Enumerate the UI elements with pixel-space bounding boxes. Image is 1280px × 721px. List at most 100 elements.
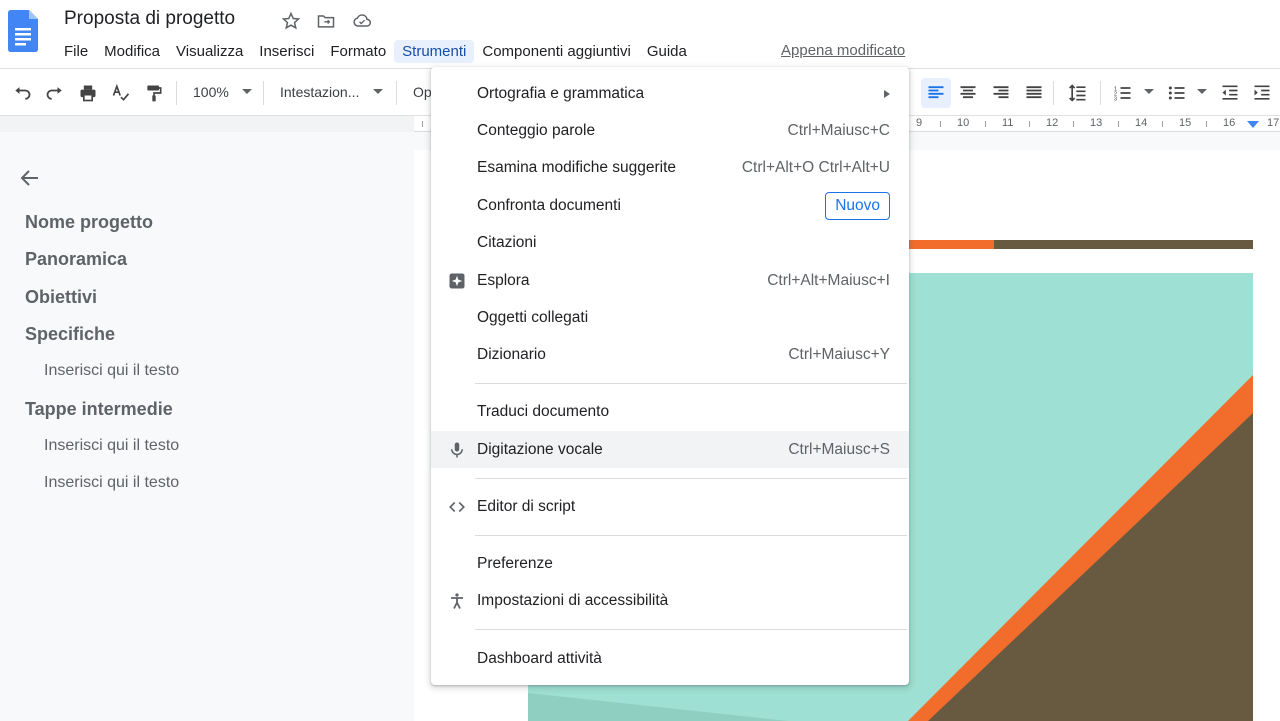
menu-item-linked-objects[interactable]: Oggetti collegati	[431, 299, 909, 336]
menu-item-label: Confronta documenti	[477, 196, 621, 214]
menu-item-citations[interactable]: Citazioni	[431, 224, 909, 261]
ruler-tick	[422, 121, 423, 127]
ruler-number: 12	[1046, 117, 1059, 129]
numbered-list-icon[interactable]: 123	[1111, 81, 1135, 105]
align-left-icon[interactable]	[921, 78, 951, 108]
ruler-number: 15	[1179, 117, 1192, 129]
font-select[interactable]: Op	[413, 84, 432, 100]
menu-item-label: Esamina modifiche suggerite	[477, 158, 677, 176]
title-bar: Proposta di progetto File Modifica Visua…	[0, 0, 1280, 68]
menu-view[interactable]: Visualizza	[168, 40, 251, 63]
outline-subheading[interactable]: Inserisci qui il testo	[44, 437, 179, 455]
accessibility-icon	[447, 591, 467, 611]
line-spacing-icon[interactable]	[1066, 81, 1090, 105]
right-indent-marker[interactable]	[1247, 121, 1259, 128]
star-icon[interactable]	[280, 10, 302, 32]
menu-item-accessibility-settings[interactable]: Impostazioni di accessibilità	[431, 582, 909, 619]
code-icon	[447, 497, 467, 517]
cloud-saved-icon[interactable]	[351, 10, 373, 32]
menu-item-label: Digitazione vocale	[477, 440, 603, 458]
menu-item-dictionary[interactable]: Dizionario Ctrl+Maiusc+Y	[431, 336, 909, 373]
ruler-tick	[1029, 121, 1030, 127]
docs-logo-icon[interactable]	[8, 10, 38, 52]
toolbar-divider	[1053, 81, 1054, 105]
ruler-number: 17	[1267, 117, 1280, 129]
paint-format-icon[interactable]	[142, 81, 166, 105]
zoom-chevron-down-icon[interactable]	[242, 89, 252, 94]
document-title[interactable]: Proposta di progetto	[64, 8, 235, 30]
menu-item-shortcut: Ctrl+Alt+Maiusc+I	[767, 271, 890, 289]
outline-heading[interactable]: Tappe intermedie	[25, 399, 173, 420]
redo-icon[interactable]	[43, 81, 67, 105]
menu-separator	[475, 629, 907, 630]
menu-insert[interactable]: Inserisci	[251, 40, 322, 63]
print-icon[interactable]	[76, 81, 100, 105]
menu-item-script-editor[interactable]: Editor di script	[431, 488, 909, 525]
menu-tools[interactable]: Strumenti	[394, 39, 475, 63]
menu-separator	[475, 478, 907, 479]
outline-heading[interactable]: Obiettivi	[25, 287, 97, 308]
menu-item-spelling-grammar[interactable]: Ortografia e grammatica	[431, 75, 909, 112]
menu-item-shortcut: Ctrl+Maiusc+Y	[788, 345, 890, 363]
outline-subheading[interactable]: Inserisci qui il testo	[44, 474, 179, 492]
menu-item-label: Traduci documento	[477, 402, 610, 420]
outline-heading[interactable]: Specifiche	[25, 324, 115, 345]
new-badge: Nuovo	[825, 191, 890, 220]
microphone-icon	[447, 440, 467, 460]
increase-indent-icon[interactable]	[1250, 81, 1274, 105]
align-center-icon[interactable]	[956, 81, 980, 105]
menu-item-label: Citazioni	[477, 233, 537, 251]
bulleted-list-chevron-down-icon[interactable]	[1197, 89, 1207, 94]
justify-icon[interactable]	[1022, 81, 1046, 105]
style-chevron-down-icon[interactable]	[373, 89, 383, 94]
menu-item-preferences[interactable]: Preferenze	[431, 545, 909, 582]
toolbar-divider	[1100, 81, 1101, 105]
ruler-tick	[1073, 121, 1074, 127]
ruler-number: 14	[1135, 117, 1148, 129]
menu-format[interactable]: Formato	[322, 40, 394, 63]
decrease-indent-icon[interactable]	[1218, 81, 1242, 105]
ruler-number: 9	[916, 117, 923, 129]
align-right-icon[interactable]	[989, 81, 1013, 105]
menu-item-voice-typing[interactable]: Digitazione vocale Ctrl+Maiusc+S	[431, 431, 909, 468]
numbered-list-chevron-down-icon[interactable]	[1144, 89, 1154, 94]
decorative-orange-bar	[908, 240, 994, 249]
menu-item-label: Preferenze	[477, 554, 553, 572]
menu-item-activity-dashboard[interactable]: Dashboard attività	[431, 640, 909, 677]
back-arrow-icon[interactable]	[18, 166, 42, 190]
menu-file[interactable]: File	[56, 40, 96, 63]
menu-separator	[475, 383, 907, 384]
outline-heading[interactable]: Panoramica	[25, 249, 127, 270]
menu-item-shortcut: Ctrl+Maiusc+C	[787, 121, 891, 139]
spellcheck-icon[interactable]	[109, 81, 133, 105]
tools-menu: Ortografia e grammatica Conteggio parole…	[431, 67, 909, 685]
paragraph-style-select[interactable]: Intestazion...	[280, 84, 359, 100]
ruler-number: 11	[1002, 117, 1014, 129]
outline-heading[interactable]: Nome progetto	[25, 212, 153, 233]
toolbar-divider	[396, 81, 397, 105]
outline-subheading[interactable]: Inserisci qui il testo	[44, 362, 179, 380]
menu-addons[interactable]: Componenti aggiuntivi	[474, 40, 638, 63]
move-folder-icon[interactable]	[315, 10, 337, 32]
menu-item-explore[interactable]: Esplora Ctrl+Alt+Maiusc+I	[431, 262, 909, 299]
menu-bar: File Modifica Visualizza Inserisci Forma…	[56, 38, 695, 64]
bulleted-list-icon[interactable]	[1165, 81, 1189, 105]
undo-icon[interactable]	[10, 81, 34, 105]
last-edit-link[interactable]: Appena modificato	[781, 42, 905, 59]
menu-item-shortcut: Ctrl+Alt+O Ctrl+Alt+U	[741, 158, 890, 176]
zoom-select[interactable]: 100%	[193, 84, 229, 100]
menu-help[interactable]: Guida	[639, 40, 695, 63]
menu-item-translate-document[interactable]: Traduci documento	[431, 393, 909, 430]
ruler-tick	[1162, 121, 1163, 127]
decorative-brown-bar	[994, 240, 1253, 249]
menu-item-label: Ortografia e grammatica	[477, 84, 645, 102]
menu-item-compare-documents[interactable]: Confronta documenti Nuovo	[431, 187, 909, 224]
menu-item-review-suggestions[interactable]: Esamina modifiche suggerite Ctrl+Alt+O C…	[431, 149, 909, 186]
menu-item-label: Dashboard attività	[477, 649, 602, 667]
menu-item-label: Editor di script	[477, 497, 576, 515]
menu-item-label: Impostazioni di accessibilità	[477, 591, 669, 609]
menu-item-label: Conteggio parole	[477, 121, 596, 139]
menu-item-word-count[interactable]: Conteggio parole Ctrl+Maiusc+C	[431, 112, 909, 149]
menu-edit[interactable]: Modifica	[96, 40, 168, 63]
ruler-tick	[1206, 121, 1207, 127]
